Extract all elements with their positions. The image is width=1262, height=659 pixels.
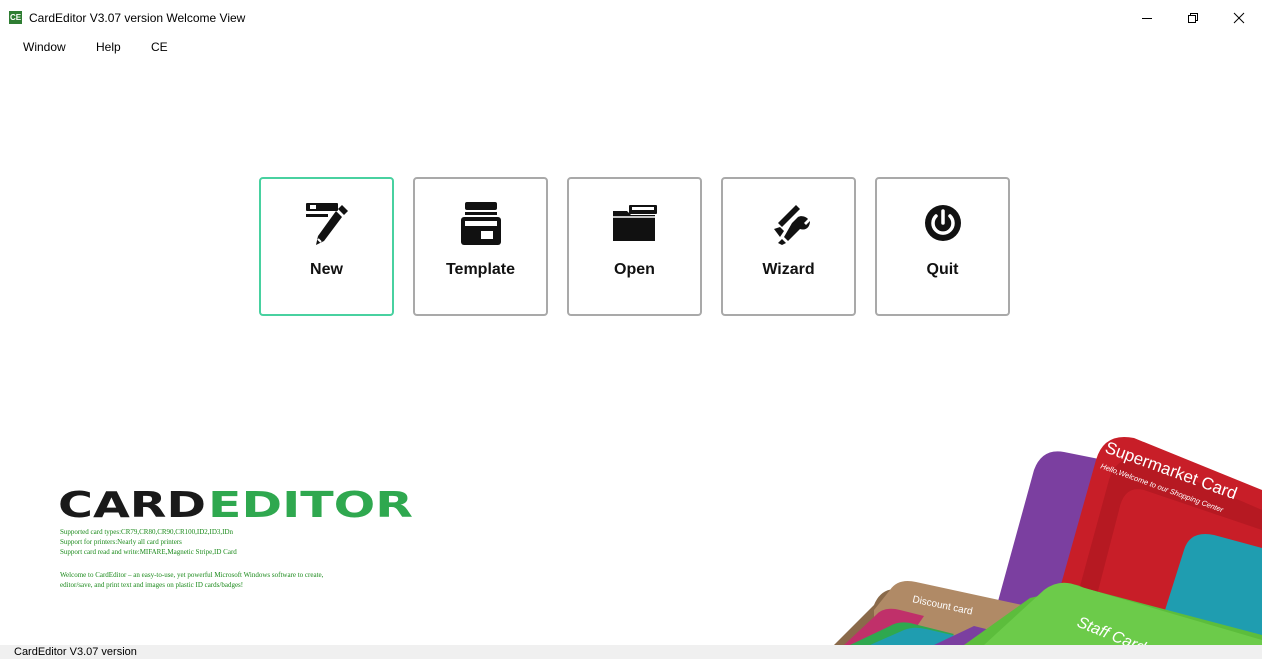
quit-label: Quit [926, 261, 959, 278]
folder-icon [612, 205, 657, 241]
logo-card-text: CARD [58, 485, 206, 520]
template-button[interactable]: Template [413, 177, 548, 316]
pen-card-icon [305, 203, 348, 245]
title-bar: CE CardEditor V3.07 version Welcome View [0, 0, 1262, 36]
close-icon [1233, 12, 1245, 24]
new-button[interactable]: New [259, 177, 394, 316]
quit-button[interactable]: Quit [875, 177, 1010, 316]
open-button[interactable]: Open [567, 177, 702, 316]
template-card-icon [460, 202, 501, 245]
wizard-button[interactable]: Wizard [721, 177, 856, 316]
minimize-button[interactable] [1124, 0, 1170, 36]
open-label: Open [614, 261, 655, 278]
cardeditor-logo: CARD EDITOR [58, 485, 413, 520]
wizard-label: Wizard [762, 261, 815, 278]
template-label: Template [445, 261, 516, 278]
restore-icon [1188, 13, 1198, 23]
menu-window[interactable]: Window [23, 40, 66, 54]
menu-bar: Window Help CE [0, 36, 1262, 60]
info-card-types: Supported card types:CR79,CR80,CR90,CR10… [60, 528, 234, 536]
minimize-icon [1142, 18, 1152, 19]
close-button[interactable] [1216, 0, 1262, 36]
menu-ce[interactable]: CE [151, 40, 168, 54]
welcome-view: New Template Open Wizard Quit CARD EDITO… [8, 62, 1262, 645]
tools-icon [773, 205, 810, 245]
info-welcome-2: editor/save, and print text and images o… [60, 581, 244, 589]
restore-button[interactable] [1170, 0, 1216, 36]
new-label: New [310, 261, 343, 278]
menu-help[interactable]: Help [96, 40, 121, 54]
status-bar: CardEditor V3.07 version [0, 645, 1262, 659]
cards-illustration: Supermarket Card Hello,Welcome to our Sh… [834, 436, 1262, 645]
info-welcome-1: Welcome to CardEditor – an easy-to-use, … [60, 571, 324, 579]
app-icon: CE [9, 11, 22, 24]
info-read-write: Support card read and write:MIFARE,Magne… [60, 548, 237, 556]
info-printers: Support for printers:Nearly all card pri… [60, 538, 182, 546]
status-text: CardEditor V3.07 version [14, 646, 137, 658]
power-icon [924, 205, 961, 241]
window-title: CardEditor V3.07 version Welcome View [29, 11, 246, 25]
logo-editor-text: EDITOR [208, 485, 413, 520]
